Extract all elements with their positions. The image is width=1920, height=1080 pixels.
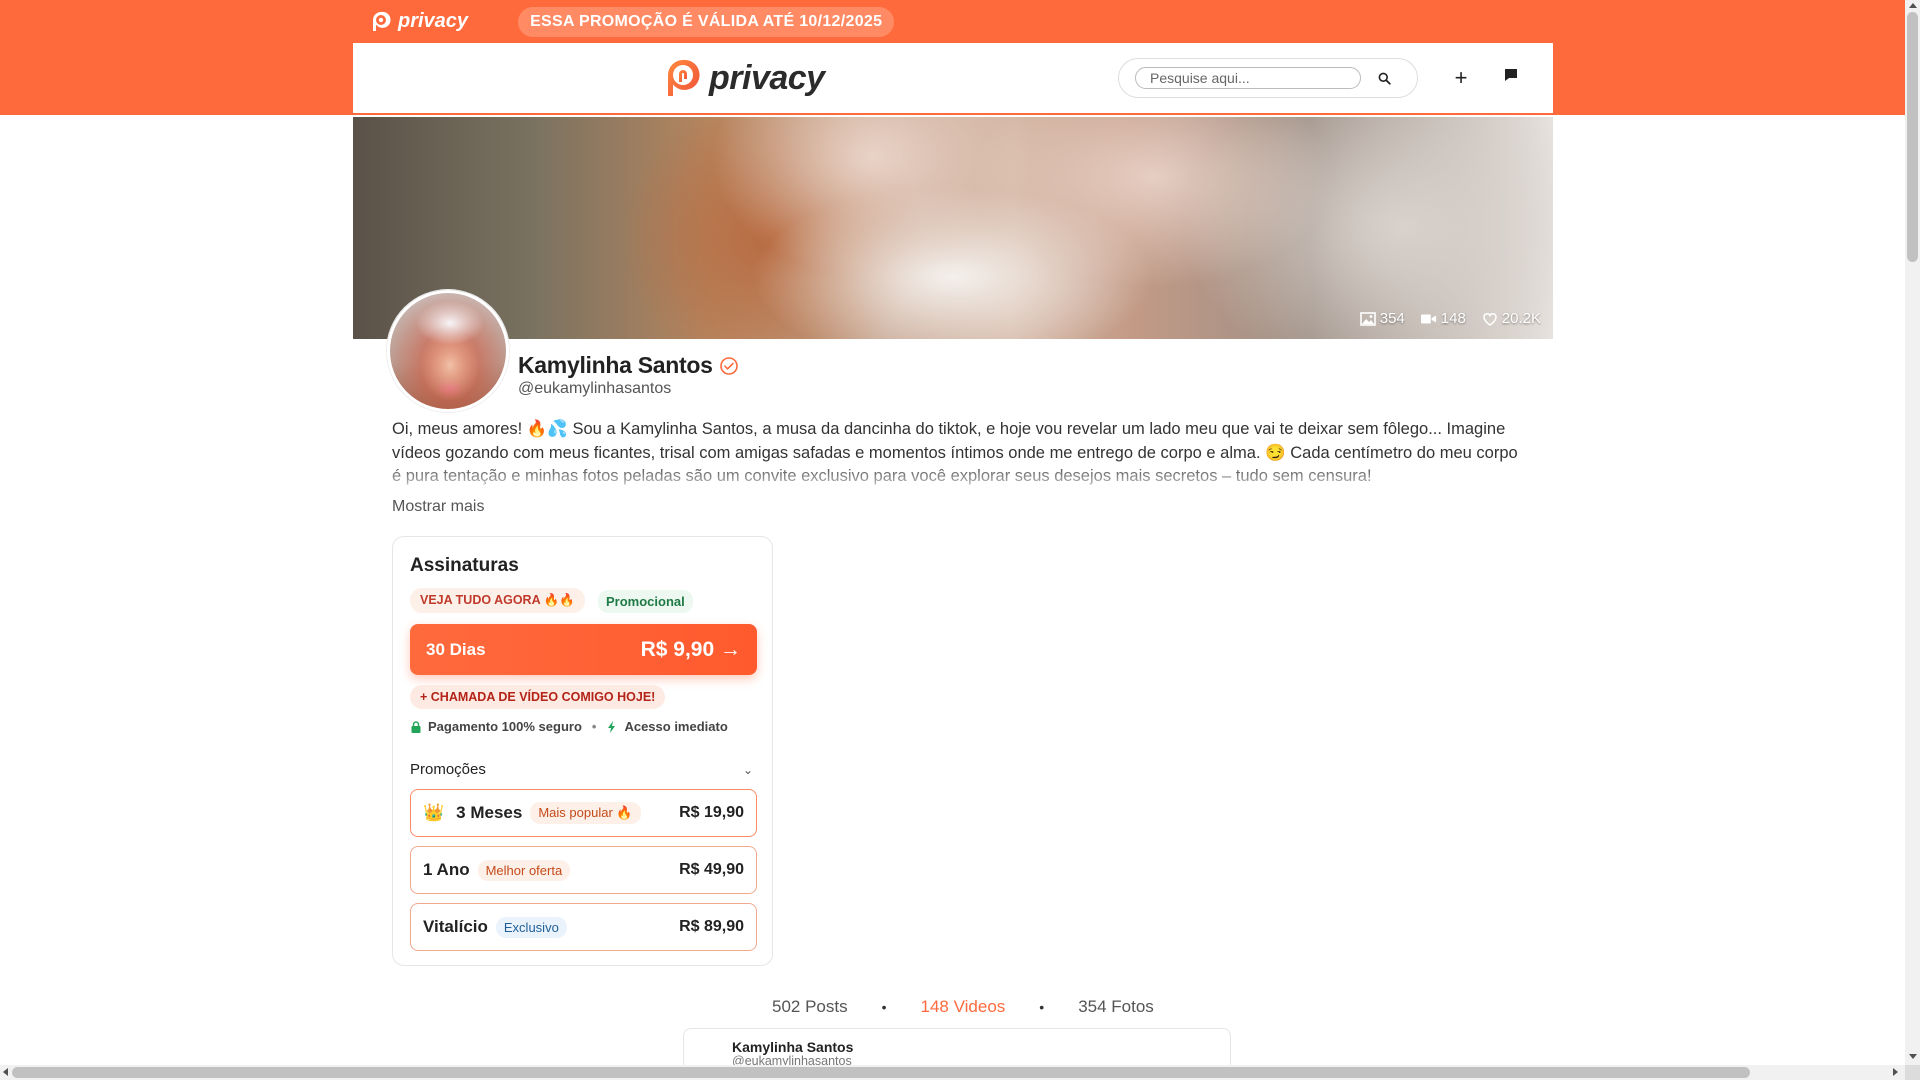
likes-count: 20.2K xyxy=(1482,310,1541,327)
content-tabs: 502 Posts • 148 Videos • 354 Fotos xyxy=(772,997,1154,1017)
messages-button[interactable] xyxy=(1503,67,1525,89)
plan-option-price: R$ 89,90 xyxy=(679,918,744,935)
plan-option-name: 3 Meses xyxy=(456,803,523,822)
tab-posts[interactable]: 502 Posts xyxy=(772,997,848,1017)
subscriptions-title: Assinaturas xyxy=(410,555,519,576)
profile-cover-image: 354 148 20.2K xyxy=(353,117,1553,339)
vertical-scrollbar[interactable] xyxy=(1905,0,1920,1080)
privacy-main-logo[interactable]: privacy xyxy=(663,57,825,99)
plan-option-3-months[interactable]: 👑 3 Meses Mais popular 🔥 R$ 19,90 xyxy=(410,789,757,837)
lightning-icon xyxy=(608,720,616,733)
image-icon xyxy=(1359,311,1376,326)
tab-videos[interactable]: 148 Videos xyxy=(921,997,1006,1017)
plan-option-lifetime[interactable]: Vitalício Exclusivo R$ 89,90 xyxy=(410,903,757,951)
photos-count-value: 354 xyxy=(1379,310,1405,327)
plan-option-name: 1 Ano xyxy=(423,860,470,879)
main-navbar: privacy + xyxy=(353,43,1553,113)
privacy-mini-logo[interactable]: privacy xyxy=(369,10,468,34)
tab-photos[interactable]: 354 Fotos xyxy=(1078,997,1154,1017)
post-author-name[interactable]: Kamylinha Santos xyxy=(732,1039,853,1055)
plan-option-tag: Exclusivo xyxy=(495,916,567,938)
see-all-now-badge: VEJA TUDO AGORA 🔥🔥 xyxy=(410,588,585,613)
horizontal-scrollbar[interactable] xyxy=(0,1065,1905,1080)
search-input[interactable] xyxy=(1135,67,1361,89)
subscriptions-card: Assinaturas VEJA TUDO AGORA 🔥🔥 Promocion… xyxy=(392,536,773,966)
chevron-down-icon[interactable]: ⌄ xyxy=(743,763,753,777)
likes-count-value: 20.2K xyxy=(1501,310,1541,327)
tab-separator: • xyxy=(881,999,887,1015)
promo-bar: privacy ESSA PROMOÇÃO É VÁLIDA ATÉ 10/12… xyxy=(353,0,1553,43)
video-call-badge: + CHAMADA DE VÍDEO COMIGO HOJE! xyxy=(410,685,666,709)
privacy-logo-icon xyxy=(668,59,700,96)
mini-logo-text: privacy xyxy=(398,10,469,32)
promo-validity-banner: ESSA PROMOÇÃO É VÁLIDA ATÉ 10/12/2025 xyxy=(518,6,895,37)
instant-access-text: Acesso imediato xyxy=(624,719,728,734)
profile-handle: @eukamylinhasantos xyxy=(518,380,672,397)
secure-payment-text: Pagamento 100% seguro xyxy=(428,719,582,734)
video-camera-icon xyxy=(1420,314,1436,323)
plan-duration: 30 Dias xyxy=(426,639,486,659)
subscribe-30-days-button[interactable]: 30 Dias R$ 9,90 → xyxy=(410,624,757,675)
verified-badge-icon xyxy=(719,356,738,375)
scrollbar-corner xyxy=(1905,1065,1920,1080)
scroll-up-arrow-icon[interactable] xyxy=(1909,3,1917,8)
tab-separator: • xyxy=(1039,999,1045,1015)
bio-fade-overlay xyxy=(392,462,1522,488)
profile-name: Kamylinha Santos xyxy=(518,352,713,378)
profile-stats: 354 148 20.2K xyxy=(1359,310,1541,327)
videos-count-value: 148 xyxy=(1440,310,1466,327)
horizontal-scroll-thumb[interactable] xyxy=(12,1067,1750,1078)
search-button[interactable] xyxy=(1373,67,1395,89)
lock-icon xyxy=(411,720,421,733)
plan-price: R$ 9,90 → xyxy=(640,637,741,661)
plan-option-name: Vitalício xyxy=(423,917,488,936)
search-bar xyxy=(1118,58,1418,98)
scroll-down-arrow-icon[interactable] xyxy=(1909,1054,1917,1059)
chat-icon xyxy=(1505,69,1517,81)
payment-info: Pagamento 100% seguro • Acesso imediato xyxy=(410,719,728,734)
main-logo-text: privacy xyxy=(709,58,825,97)
vertical-scroll-thumb[interactable] xyxy=(1907,12,1918,262)
search-icon xyxy=(1378,72,1391,85)
profile-avatar[interactable] xyxy=(387,290,509,412)
plan-option-price: R$ 19,90 xyxy=(679,804,744,821)
plan-option-tag: Mais popular 🔥 xyxy=(530,802,641,824)
privacy-logo-icon xyxy=(373,11,391,31)
create-post-button[interactable]: + xyxy=(1449,65,1473,91)
separator-dot: • xyxy=(591,719,597,734)
photos-count: 354 xyxy=(1359,310,1405,327)
profile-name-row: Kamylinha Santos xyxy=(518,352,739,379)
show-more-link[interactable]: Mostrar mais xyxy=(392,498,484,516)
plan-option-1-year[interactable]: 1 Ano Melhor oferta R$ 49,90 xyxy=(410,846,757,894)
plan-option-tag: Melhor oferta xyxy=(477,859,571,881)
scroll-left-arrow-icon[interactable] xyxy=(3,1068,8,1076)
crown-icon: 👑 xyxy=(423,803,445,822)
scroll-right-arrow-icon[interactable] xyxy=(1893,1068,1898,1076)
promotional-badge: Promocional xyxy=(598,590,693,613)
promotions-label: Promoções xyxy=(410,761,486,778)
heart-icon xyxy=(1483,312,1497,326)
plan-option-price: R$ 49,90 xyxy=(679,861,744,878)
videos-count: 148 xyxy=(1420,310,1466,327)
